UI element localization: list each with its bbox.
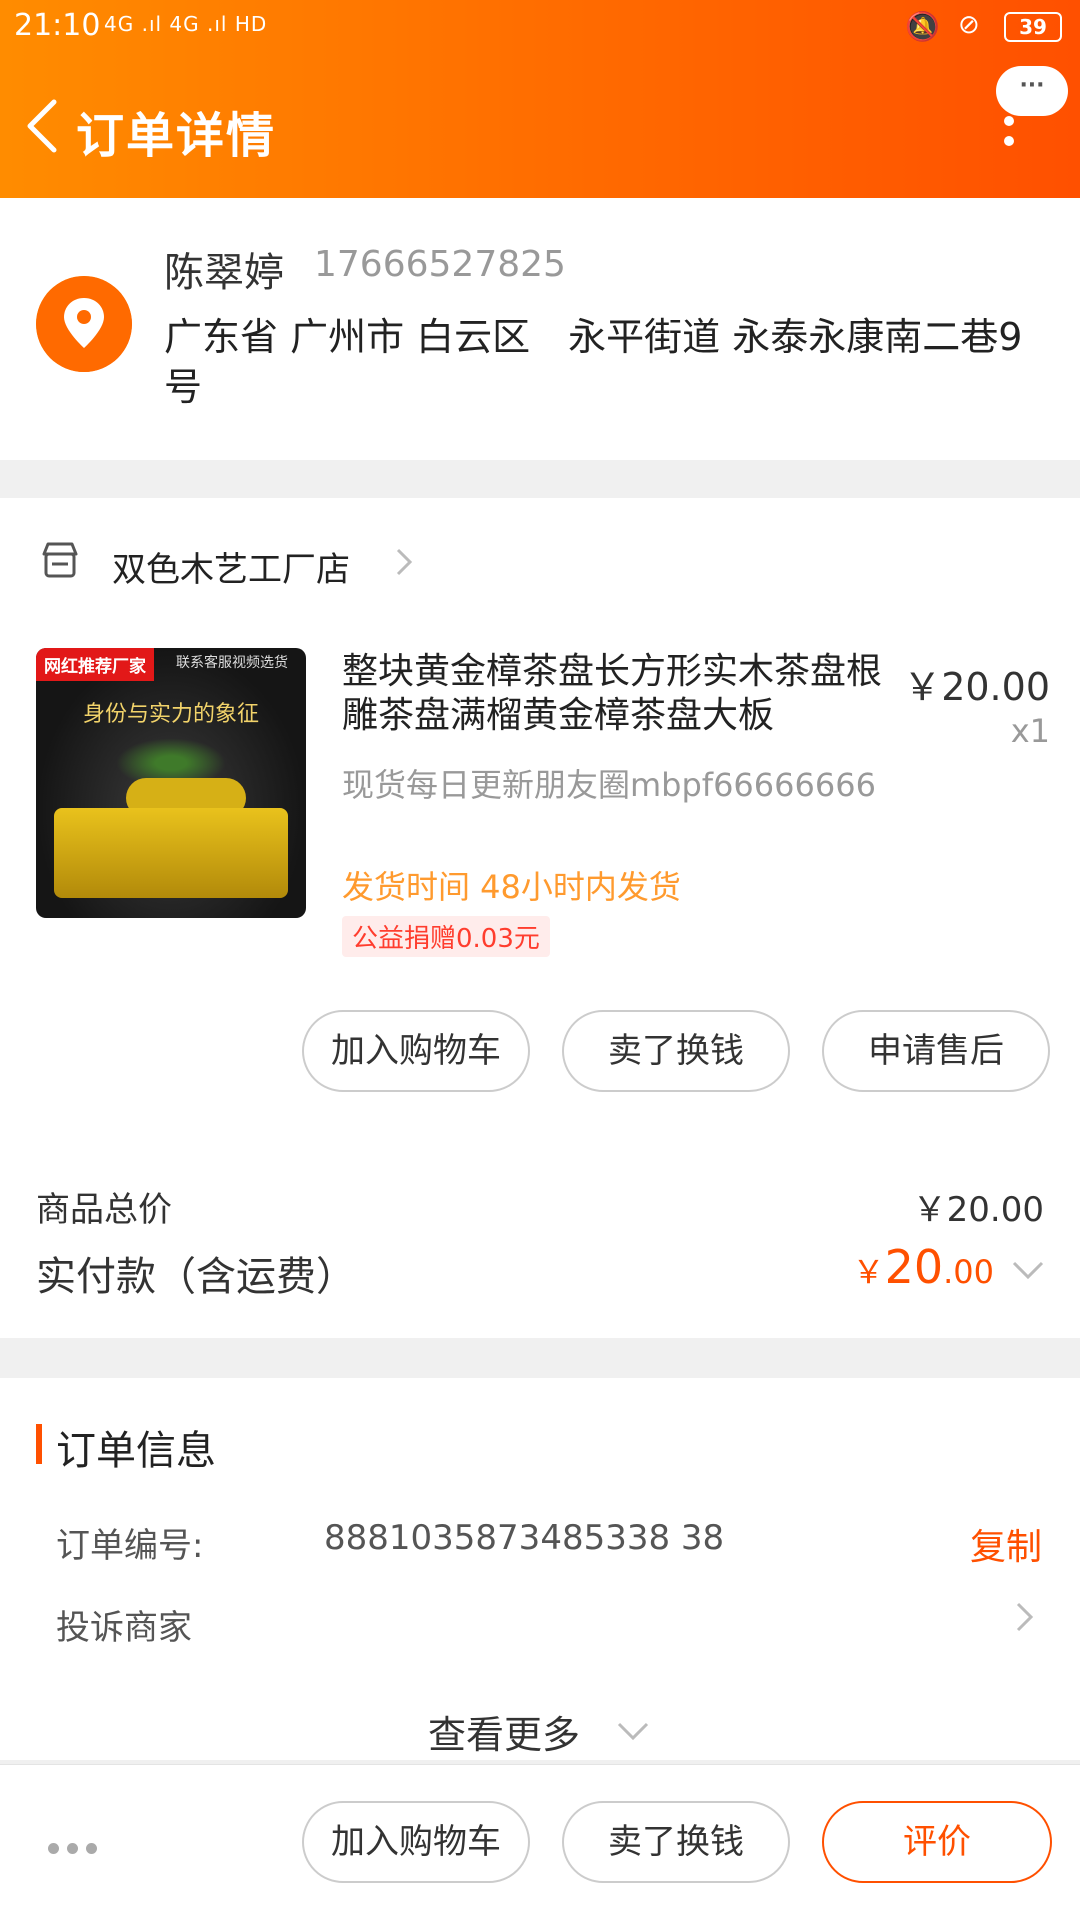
goods-total-label: 商品总价 [36, 1190, 172, 1230]
chevron-right-icon[interactable] [392, 546, 416, 578]
image-tag-secondary: 联系客服视频选货 [176, 655, 288, 671]
paid-amount-value: ￥20.00 [853, 1240, 994, 1294]
chevron-right-icon[interactable] [1014, 1600, 1036, 1634]
address-text: 广东省 广州市 白云区 永平街道 永泰永康南二巷9号 [164, 315, 1023, 409]
shipping-time: 发货时间 48小时内发货 [342, 868, 681, 906]
back-arrow-icon[interactable] [22, 96, 62, 156]
goods-total-value: ￥20.00 [912, 1190, 1044, 1230]
more-options-button[interactable]: ··· [996, 66, 1068, 116]
product-price: ￥20.00 [903, 665, 1050, 709]
resell-button[interactable]: 卖了换钱 [562, 1010, 790, 1092]
order-info-section: 订单信息 订单编号: 8881035873485338 38 复制 投诉商家 查… [0, 1378, 1080, 1760]
copy-button[interactable]: 复制 [970, 1518, 1042, 1570]
order-number-label: 订单编号: [56, 1526, 204, 1566]
section-accent-bar [36, 1424, 42, 1464]
product-quantity: x1 [1010, 712, 1050, 750]
shop-name[interactable]: 双色木艺工厂店 [112, 542, 350, 591]
page-title: 订单详情 [76, 108, 277, 164]
vibrate-icon: 🔕 [905, 10, 940, 43]
chevron-down-icon[interactable] [616, 1720, 650, 1742]
image-caption: 身份与实力的象征 [82, 702, 259, 727]
add-to-cart-button[interactable]: 加入购物车 [302, 1010, 530, 1092]
store-icon [42, 542, 78, 578]
location-pin-icon [36, 276, 132, 372]
recipient-phone: 17666527825 [314, 244, 566, 285]
paid-amount-label: 实付款（含运费） [36, 1254, 356, 1300]
rotation-lock-icon: ⊘ [958, 10, 980, 40]
order-item-card: 双色木艺工厂店 网红推荐厂家 联系客服视频选货 身份与实力的象征 整块黄金樟茶盘… [0, 498, 1080, 1338]
bottom-add-to-cart-button[interactable]: 加入购物车 [302, 1801, 530, 1883]
after-sale-button[interactable]: 申请售后 [822, 1010, 1050, 1092]
status-bar: 21:10 4G .ıl 4G .ıl HD 🔕 ⊘ 39 [0, 0, 1080, 56]
order-info-title: 订单信息 [56, 1428, 216, 1474]
order-number-value: 8881035873485338 38 [324, 1518, 725, 1558]
battery-icon: 39 [1004, 12, 1062, 42]
bottom-action-bar: 加入购物车 卖了换钱 评价 [0, 1764, 1080, 1920]
chevron-down-icon[interactable] [1010, 1258, 1046, 1282]
see-more-button[interactable]: 查看更多 [428, 1704, 580, 1759]
rate-button[interactable]: 评价 [822, 1801, 1052, 1883]
currency-symbol: ￥ [852, 1253, 885, 1291]
paid-decimal: .00 [943, 1253, 994, 1291]
product-title[interactable]: 整块黄金樟茶盘长方形实木茶盘根雕茶盘满榴黄金樟茶盘大板 [342, 650, 882, 738]
product-spec: 现货每日更新朋友圈mbpf66666666 [342, 766, 876, 804]
image-tag: 网红推荐厂家 [36, 648, 154, 681]
donation-badge: 公益捐赠0.03元 [342, 916, 550, 957]
signal-icon: 4G .ıl 4G .ıl HD [104, 12, 268, 36]
shipping-address: 陈翠婷 17666527825 广东省 广州市 白云区 永平街道 永泰永康南二巷… [0, 198, 1080, 460]
image-tray [54, 808, 288, 898]
recipient-name: 陈翠婷 [164, 250, 284, 296]
complain-merchant-link[interactable]: 投诉商家 [56, 1600, 192, 1649]
more-actions-icon[interactable] [48, 1839, 105, 1858]
bottom-resell-button[interactable]: 卖了换钱 [562, 1801, 790, 1883]
paid-integer: 20 [884, 1240, 944, 1294]
app-header: 21:10 4G .ıl 4G .ıl HD 🔕 ⊘ 39 订单详情 ··· [0, 0, 1080, 198]
status-time: 21:10 [14, 8, 101, 43]
product-image[interactable]: 网红推荐厂家 联系客服视频选货 身份与实力的象征 [36, 648, 306, 918]
overflow-menu-icon[interactable] [1002, 116, 1016, 156]
